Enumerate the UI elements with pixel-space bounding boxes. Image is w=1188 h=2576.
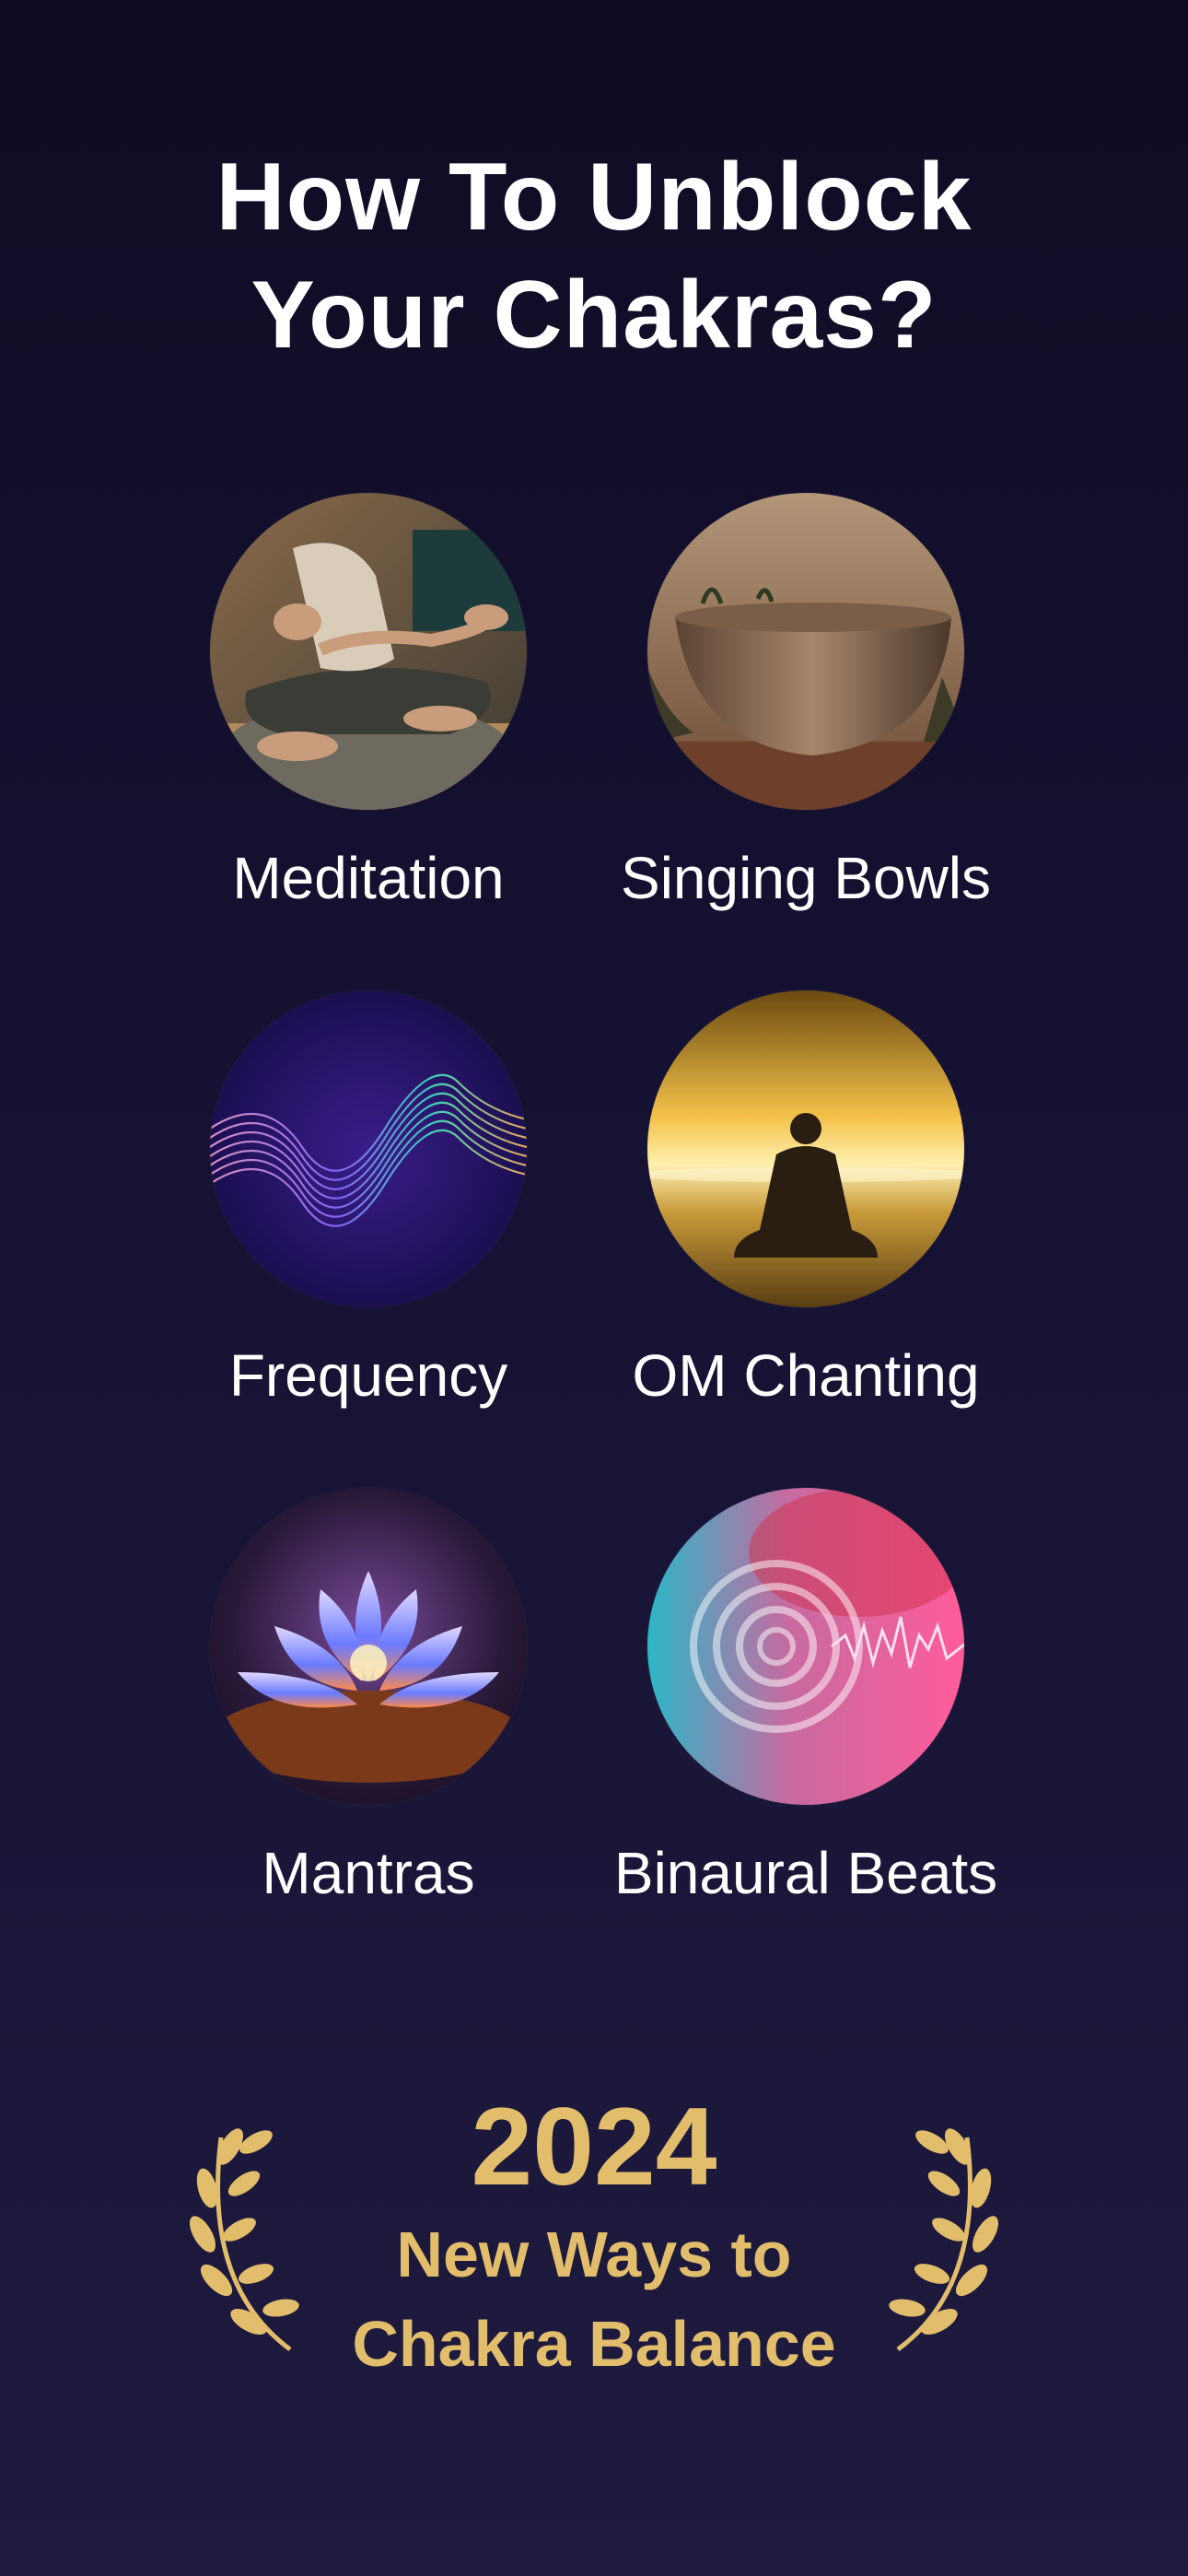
method-binaural-beats[interactable]: Binaural Beats bbox=[566, 1488, 1045, 1910]
method-label: Singing Bowls bbox=[621, 845, 991, 911]
method-frequency[interactable]: Frequency bbox=[129, 990, 608, 1412]
method-label: Mantras bbox=[262, 1840, 475, 1906]
method-meditation[interactable]: Meditation bbox=[129, 493, 608, 915]
method-label: Binaural Beats bbox=[613, 1840, 998, 1906]
lotus-flower-art-icon bbox=[210, 1488, 527, 1805]
meditation-photo-icon bbox=[210, 493, 527, 810]
page-title: How To Unblock Your Chakras? bbox=[0, 138, 1188, 374]
laurel-right-icon bbox=[884, 2119, 1004, 2359]
singing-bowl-photo-icon bbox=[647, 493, 964, 810]
method-label: Frequency bbox=[228, 1342, 508, 1409]
om-chanting-silhouette-icon bbox=[647, 990, 964, 1307]
method-om-chanting[interactable]: OM Chanting bbox=[566, 990, 1045, 1412]
binaural-beats-art-icon bbox=[647, 1488, 964, 1805]
award-line-2: Chakra Balance bbox=[352, 2308, 836, 2380]
method-label: OM Chanting bbox=[632, 1342, 980, 1409]
award-year: 2024 bbox=[471, 2085, 717, 2208]
frequency-waves-art-icon bbox=[210, 990, 527, 1307]
method-mantras[interactable]: Mantras bbox=[129, 1488, 608, 1910]
method-label: Meditation bbox=[232, 845, 505, 911]
award-line-1: New Ways to bbox=[396, 2219, 792, 2290]
method-singing-bowls[interactable]: Singing Bowls bbox=[566, 493, 1045, 915]
title-line-1: How To Unblock bbox=[215, 144, 973, 251]
award-badge: 2024 New Ways to Chakra Balance bbox=[0, 2064, 1188, 2380]
title-line-2: Your Chakras? bbox=[250, 262, 938, 369]
